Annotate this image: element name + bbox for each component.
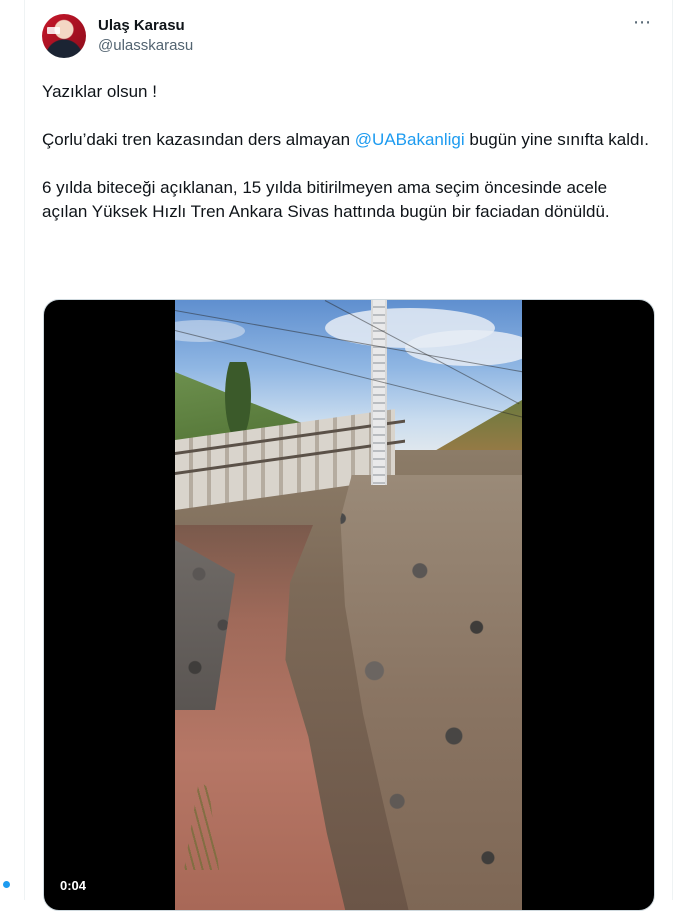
- video-duration: 0:04: [56, 878, 91, 894]
- mention-link[interactable]: @UABakanligi: [355, 130, 465, 149]
- video-player[interactable]: 0:04: [43, 299, 655, 911]
- tweet-paragraph-2: Çorlu’daki tren kazasından ders almayan …: [42, 128, 652, 152]
- notification-dot: [3, 881, 10, 888]
- tweet-header: Ulaş Karasu @ulasskarasu ⋯: [42, 13, 656, 60]
- author-block: Ulaş Karasu @ulasskarasu: [98, 16, 193, 56]
- author-display-name[interactable]: Ulaş Karasu: [98, 16, 193, 36]
- author-handle[interactable]: @ulasskarasu: [98, 36, 193, 56]
- left-rail: [0, 0, 24, 900]
- tweet-text-segment: bugün yine sınıfta kaldı.: [464, 130, 649, 149]
- tweet-text: Yazıklar olsun ! Çorlu’daki tren kazasın…: [42, 80, 652, 248]
- tweet-card[interactable]: Ulaş Karasu @ulasskarasu ⋯ Yazıklar olsu…: [24, 0, 673, 911]
- video-frame[interactable]: [175, 300, 522, 910]
- tweet-paragraph-1: Yazıklar olsun !: [42, 82, 157, 101]
- avatar[interactable]: [42, 14, 86, 58]
- tweet-paragraph-3: 6 yılda biteceği açıklanan, 15 yılda bit…: [42, 178, 610, 221]
- tweet-text-segment: Çorlu’daki tren kazasından ders almayan: [42, 130, 355, 149]
- more-icon[interactable]: ⋯: [630, 13, 654, 34]
